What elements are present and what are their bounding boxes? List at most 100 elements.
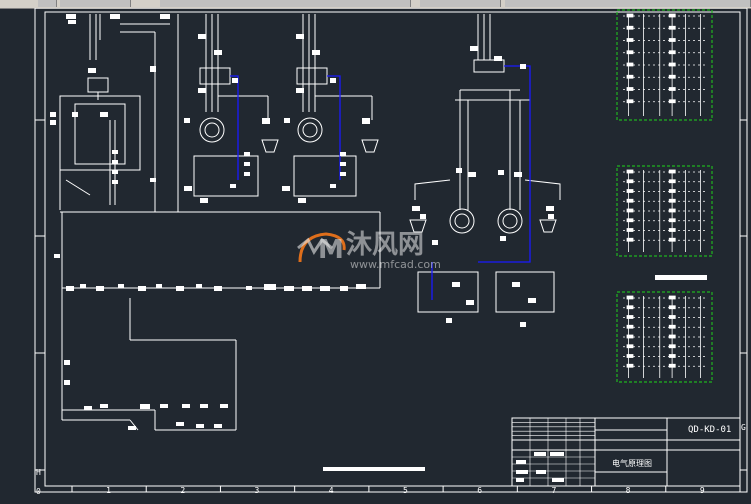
component-label — [84, 406, 92, 410]
component-label — [112, 170, 118, 174]
component-label — [128, 426, 136, 430]
component-label — [184, 186, 192, 191]
ruler-column-label: 2 — [180, 486, 185, 495]
panel-terminal-block — [668, 198, 676, 203]
mf-logo-icon: M — [297, 232, 346, 265]
panel-terminal-block — [668, 38, 676, 42]
component-label — [548, 214, 554, 219]
panel-terminal-block — [626, 62, 634, 67]
component-label — [100, 404, 108, 408]
ruler-column-label: 5 — [403, 486, 408, 495]
component-label — [66, 286, 74, 291]
bottom-scale-bar — [323, 467, 425, 471]
panel-terminal-block — [668, 208, 676, 213]
panel-terminal-block — [626, 228, 634, 232]
component-label — [512, 282, 520, 287]
component-label — [54, 254, 60, 258]
toolbar-dropdown[interactable] — [160, 0, 411, 7]
component-label — [64, 380, 70, 385]
ruler-column-label: 4 — [329, 486, 334, 495]
panel-terminal-block — [668, 315, 676, 319]
ruler-corner: 0 — [36, 487, 41, 496]
component-label — [184, 118, 190, 123]
drawing-canvas[interactable]: 123456789 H G 0 QD-KD-01 电气原理图 M 沐风网 www… — [0, 7, 751, 500]
component-label — [282, 186, 290, 191]
component-label — [80, 284, 86, 288]
component-label — [446, 318, 452, 323]
component-label — [196, 424, 204, 428]
title-block-entry — [534, 452, 546, 456]
component-label — [88, 68, 96, 73]
component-label — [302, 286, 312, 291]
component-label — [112, 180, 118, 184]
ruler-labels: 1 2 3 4 5 6 7 8 9 — [106, 486, 705, 495]
panel-terminal-block — [626, 354, 634, 358]
component-label — [156, 284, 162, 288]
component-label — [150, 66, 156, 72]
ruler-ticks — [35, 119, 747, 492]
component-label — [320, 286, 330, 291]
component-label — [196, 284, 202, 288]
panel-terminal-block — [668, 344, 676, 349]
component-label — [284, 118, 290, 123]
toolbar-button[interactable] — [60, 0, 131, 7]
row-label-h: H — [36, 468, 41, 477]
panel-terminal-block — [668, 228, 676, 232]
component-label — [50, 112, 56, 117]
toolbar-button[interactable] — [38, 0, 57, 7]
ruler-column-label: 9 — [700, 486, 705, 495]
title-block-entry — [536, 470, 546, 474]
panel-terminal-block — [626, 99, 634, 104]
component-label — [244, 172, 250, 176]
panel-terminal-block — [626, 295, 634, 300]
panel-terminal-block — [668, 179, 676, 184]
panel-terminal-block — [626, 74, 634, 79]
watermark-url: www.mfcad.com — [350, 258, 441, 271]
ruler-column-label: 3 — [255, 486, 260, 495]
watermark-name: 沐风网 — [346, 230, 424, 260]
panel-terminal-block — [668, 74, 676, 79]
component-label — [466, 300, 474, 305]
title-block-entry — [552, 478, 564, 482]
component-labels — [50, 14, 554, 430]
ruler-column-label: 6 — [477, 486, 482, 495]
panel-terminal-block — [668, 218, 676, 223]
component-label — [456, 168, 462, 173]
component-label — [66, 14, 76, 19]
toolbar-dropdown[interactable] — [505, 0, 751, 7]
component-label — [160, 14, 170, 19]
ruler-column-label: 8 — [626, 486, 631, 495]
panel-terminal-block — [626, 305, 634, 310]
component-label — [546, 206, 554, 211]
title-block-entry — [516, 478, 524, 482]
component-label — [198, 34, 206, 39]
panel-terminal-block — [626, 344, 634, 349]
component-label — [262, 118, 270, 124]
component-label — [140, 404, 150, 409]
component-label — [176, 422, 184, 426]
toolbar-button[interactable] — [420, 0, 501, 7]
component-label — [340, 172, 346, 176]
watermark: M 沐风网 www.mfcad.com — [297, 230, 441, 271]
component-label — [232, 78, 238, 83]
component-label — [244, 162, 250, 166]
component-label — [68, 20, 76, 24]
component-label — [528, 298, 536, 303]
component-label — [420, 214, 426, 219]
component-label — [520, 64, 526, 69]
panel-terminal-block — [668, 305, 676, 310]
component-label — [340, 162, 346, 166]
component-label — [220, 404, 228, 408]
component-label — [340, 152, 346, 156]
panel-terminal-block — [668, 189, 676, 193]
component-label — [330, 184, 336, 188]
component-label — [244, 152, 250, 156]
title-fills — [516, 452, 564, 482]
panel-terminal-block — [626, 13, 634, 18]
panel-terminal-block — [668, 354, 676, 358]
component-label — [296, 34, 304, 39]
component-label — [284, 286, 294, 291]
component-label — [468, 172, 476, 177]
circuit-wiring — [59, 14, 561, 431]
component-label — [296, 88, 304, 93]
